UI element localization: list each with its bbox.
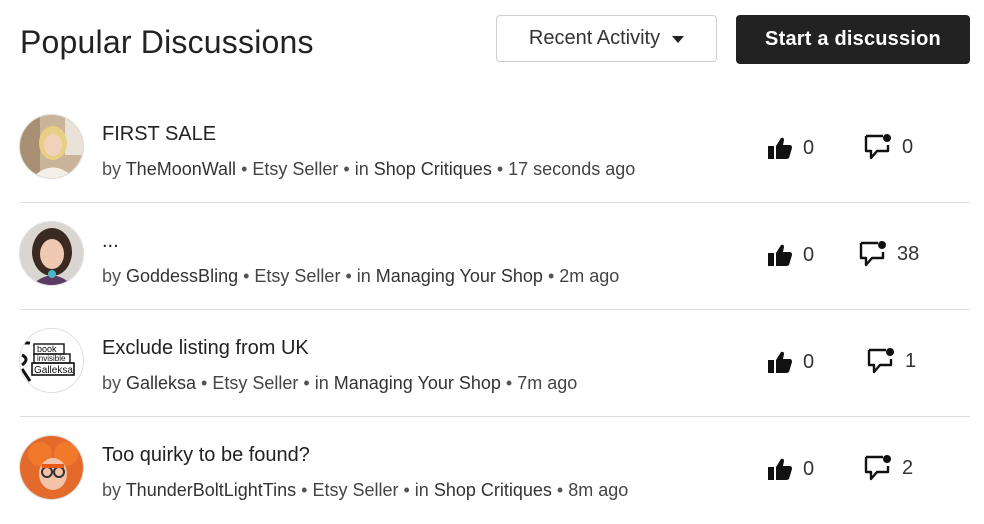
avatar-logo-icon: book invisible Galleksa — [20, 329, 83, 392]
caret-down-icon — [672, 36, 685, 43]
category-link[interactable]: Managing Your Shop — [334, 373, 501, 393]
discussion-row[interactable]: ... by GoddessBling • Etsy Seller • in M… — [0, 203, 984, 310]
thread-meta: by ThunderBoltLightTins • Etsy Seller • … — [102, 480, 629, 500]
author-link[interactable]: TheMoonWall — [126, 159, 236, 179]
category-link[interactable]: Shop Critiques — [374, 159, 492, 179]
avatar-photo-icon — [20, 222, 83, 285]
discussion-row[interactable]: FIRST SALE by TheMoonWall • Etsy Seller … — [0, 96, 984, 203]
page-title: Popular Discussions — [20, 24, 314, 60]
category-link[interactable]: Shop Critiques — [434, 480, 552, 500]
author-role: Etsy Seller — [254, 266, 341, 286]
thread-time: 8m ago — [568, 480, 629, 500]
like-count[interactable]: 0 — [767, 457, 814, 481]
like-count-value: 0 — [803, 457, 815, 480]
thread-title[interactable]: FIRST SALE — [102, 123, 216, 146]
avatar-logo-line: invisible — [37, 354, 66, 363]
thread-time: 7m ago — [517, 373, 578, 393]
thread-meta: by GoddessBling • Etsy Seller • in Manag… — [102, 266, 620, 286]
user-avatar[interactable] — [19, 114, 84, 179]
user-avatar[interactable] — [19, 435, 84, 500]
speech-bubble-icon — [864, 455, 891, 481]
thread-title[interactable]: ... — [102, 230, 119, 253]
reply-count-value: 38 — [897, 242, 920, 265]
like-count[interactable]: 0 — [767, 243, 814, 267]
like-count[interactable]: 0 — [767, 350, 814, 374]
speech-bubble-icon — [859, 241, 886, 267]
discussion-row[interactable]: book invisible Galleksa Exclude listing … — [0, 310, 984, 417]
user-avatar[interactable]: book invisible Galleksa — [19, 328, 84, 393]
sort-dropdown[interactable]: Recent Activity — [496, 15, 717, 62]
start-discussion-button[interactable]: Start a discussion — [736, 15, 970, 64]
like-count-value: 0 — [803, 350, 815, 373]
reply-count-value: 1 — [905, 349, 917, 372]
category-prefix: in — [414, 480, 429, 500]
thumbs-up-icon — [768, 351, 792, 373]
category-prefix: in — [354, 159, 369, 179]
category-prefix: in — [356, 266, 371, 286]
reply-count[interactable]: 0 — [864, 134, 913, 160]
speech-bubble-icon — [864, 134, 891, 160]
category-prefix: in — [314, 373, 329, 393]
like-count[interactable]: 0 — [767, 136, 814, 160]
thread-meta: by TheMoonWall • Etsy Seller • in Shop C… — [102, 159, 636, 179]
author-link[interactable]: Galleksa — [126, 373, 196, 393]
speech-bubble-icon — [867, 348, 894, 374]
avatar-logo-line: Galleksa — [34, 365, 73, 376]
thumbs-up-icon — [768, 244, 792, 266]
thumbs-up-icon — [768, 137, 792, 159]
author-role: Etsy Seller — [252, 159, 339, 179]
category-link[interactable]: Managing Your Shop — [376, 266, 543, 286]
discussion-row[interactable]: Too quirky to be found? by ThunderBoltLi… — [0, 417, 984, 524]
like-count-value: 0 — [803, 136, 815, 159]
thread-title[interactable]: Too quirky to be found? — [102, 444, 310, 467]
author-link[interactable]: ThunderBoltLightTins — [126, 480, 296, 500]
thread-time: 17 seconds ago — [508, 159, 636, 179]
avatar-photo-icon — [20, 436, 83, 499]
discussions-header: Popular Discussions Recent Activity Star… — [0, 0, 984, 80]
avatar-photo-icon — [20, 115, 83, 178]
sort-dropdown-label: Recent Activity — [528, 27, 661, 49]
reply-count[interactable]: 2 — [864, 455, 913, 481]
reply-count[interactable]: 1 — [867, 348, 916, 374]
user-avatar[interactable] — [19, 221, 84, 286]
reply-count-value: 2 — [902, 456, 914, 479]
thread-title[interactable]: Exclude listing from UK — [102, 337, 309, 360]
thread-time: 2m ago — [559, 266, 620, 286]
thumbs-up-icon — [768, 458, 792, 480]
thread-meta: by Galleksa • Etsy Seller • in Managing … — [102, 373, 578, 393]
reply-count-value: 0 — [902, 135, 914, 158]
like-count-value: 0 — [803, 243, 815, 266]
author-role: Etsy Seller — [312, 480, 399, 500]
author-link[interactable]: GoddessBling — [126, 266, 238, 286]
avatar-logo-line: book — [37, 344, 57, 354]
author-role: Etsy Seller — [212, 373, 299, 393]
reply-count[interactable]: 38 — [859, 241, 919, 267]
